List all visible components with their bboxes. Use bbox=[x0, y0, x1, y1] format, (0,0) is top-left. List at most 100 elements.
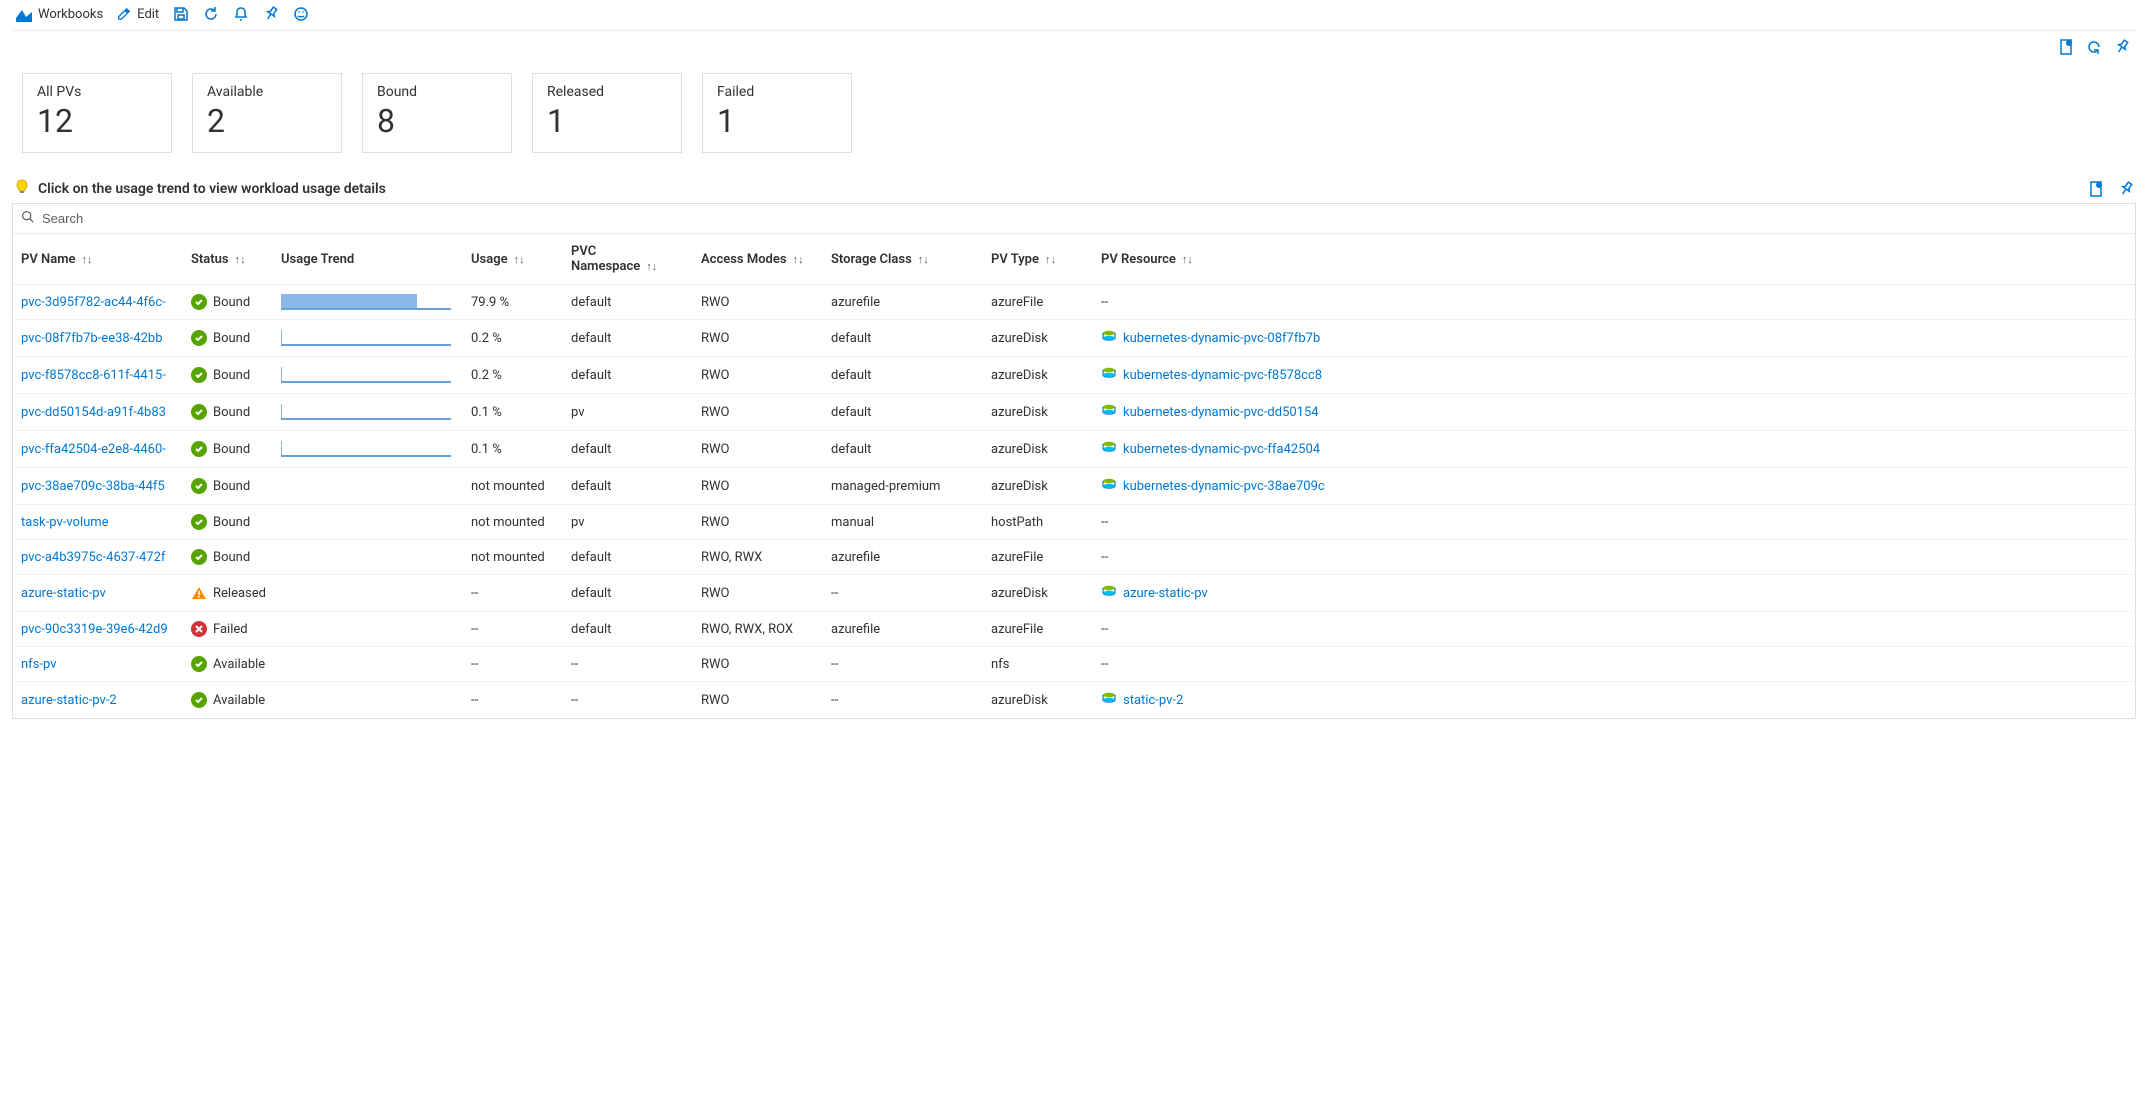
notification-icon[interactable] bbox=[233, 6, 249, 22]
status-text: Bound bbox=[213, 515, 250, 530]
status-warn-icon bbox=[191, 585, 207, 601]
col-ns[interactable]: PVC Namespace↑↓ bbox=[563, 234, 693, 285]
resource-link[interactable]: kubernetes-dynamic-pvc-dd50154 bbox=[1123, 405, 1319, 420]
feedback-icon[interactable] bbox=[293, 6, 309, 22]
usage-trend-bar[interactable] bbox=[281, 330, 451, 346]
summary-tiles: All PVs 12Available 2Bound 8Released 1Fa… bbox=[22, 73, 2126, 153]
pv-name-link[interactable]: pvc-f8578cc8-611f-4415- bbox=[21, 368, 166, 383]
status-text: Released bbox=[213, 586, 266, 601]
col-am[interactable]: Access Modes↑↓ bbox=[693, 234, 823, 285]
access-modes-text: RWO, RWX, ROX bbox=[701, 622, 793, 637]
status-cell: Bound bbox=[191, 330, 265, 346]
sort-icon: ↑↓ bbox=[646, 260, 657, 273]
save-icon[interactable] bbox=[173, 6, 189, 22]
storage-class-text: default bbox=[831, 405, 871, 420]
status-text: Bound bbox=[213, 442, 250, 457]
sort-icon: ↑↓ bbox=[81, 253, 92, 266]
storage-class-text: manual bbox=[831, 515, 874, 530]
pv-type-text: azureDisk bbox=[991, 693, 1048, 708]
resource-text: -- bbox=[1101, 295, 1108, 310]
summary-tile[interactable]: Bound 8 bbox=[362, 73, 512, 153]
status-ok-icon bbox=[191, 441, 207, 457]
comment-icon[interactable] bbox=[2058, 39, 2074, 55]
pv-name-link[interactable]: azure-static-pv bbox=[21, 586, 106, 601]
resource-link[interactable]: kubernetes-dynamic-pvc-38ae709c bbox=[1123, 479, 1325, 494]
usage-trend-bar[interactable] bbox=[281, 441, 451, 457]
storage-class-text: -- bbox=[831, 693, 838, 708]
usage-trend-bar[interactable] bbox=[281, 367, 451, 383]
resource-link[interactable]: kubernetes-dynamic-pvc-f8578cc8 bbox=[1123, 368, 1322, 383]
pv-type-text: azureFile bbox=[991, 622, 1043, 637]
access-modes-text: RWO bbox=[701, 586, 730, 601]
col-status[interactable]: Status↑↓ bbox=[183, 234, 273, 285]
usage-trend-bar[interactable] bbox=[281, 294, 451, 310]
access-modes-text: RWO bbox=[701, 442, 730, 457]
refresh-icon[interactable] bbox=[203, 6, 219, 22]
summary-tile[interactable]: Available 2 bbox=[192, 73, 342, 153]
search-icon bbox=[21, 210, 34, 227]
resource-link[interactable]: kubernetes-dynamic-pvc-08f7fb7b bbox=[1123, 331, 1320, 346]
col-type[interactable]: PV Type↑↓ bbox=[983, 234, 1093, 285]
storage-class-text: default bbox=[831, 368, 871, 383]
status-cell: Bound bbox=[191, 441, 265, 457]
usage-text: -- bbox=[471, 657, 478, 672]
usage-text: 79.9 % bbox=[471, 295, 509, 310]
pv-name-link[interactable]: task-pv-volume bbox=[21, 515, 109, 530]
table-row: pvc-38ae709c-38ba-44f5 Bound not mounted… bbox=[13, 468, 2135, 505]
summary-tile[interactable]: Released 1 bbox=[532, 73, 682, 153]
col-trend[interactable]: Usage Trend bbox=[273, 234, 463, 285]
status-ok-icon bbox=[191, 404, 207, 420]
edit-button[interactable]: Edit bbox=[117, 7, 159, 22]
table-row: pvc-f8578cc8-611f-4415- Bound 0.2 % defa… bbox=[13, 357, 2135, 394]
resource-link[interactable]: kubernetes-dynamic-pvc-ffa42504 bbox=[1123, 442, 1320, 457]
resource-link[interactable]: azure-static-pv bbox=[1123, 586, 1208, 601]
pv-name-link[interactable]: nfs-pv bbox=[21, 657, 57, 672]
col-usage[interactable]: Usage↑↓ bbox=[463, 234, 563, 285]
namespace-text: default bbox=[571, 295, 611, 310]
table-row: pvc-90c3319e-39e6-42d9 Failed -- default… bbox=[13, 612, 2135, 647]
comment-icon[interactable] bbox=[2088, 181, 2104, 197]
pv-name-link[interactable]: pvc-08f7fb7b-ee38-42bb bbox=[21, 331, 163, 346]
pv-name-link[interactable]: pvc-dd50154d-a91f-4b83 bbox=[21, 405, 166, 420]
access-modes-text: RWO bbox=[701, 295, 730, 310]
tile-label: Available bbox=[207, 84, 327, 100]
pv-name-link[interactable]: pvc-ffa42504-e2e8-4460- bbox=[21, 442, 166, 457]
pv-name-link[interactable]: azure-static-pv-2 bbox=[21, 693, 117, 708]
col-name[interactable]: PV Name↑↓ bbox=[13, 234, 183, 285]
resource-link[interactable]: static-pv-2 bbox=[1123, 693, 1183, 708]
status-text: Failed bbox=[213, 622, 248, 637]
summary-tile[interactable]: All PVs 12 bbox=[22, 73, 172, 153]
usage-text: 0.2 % bbox=[471, 368, 502, 383]
pin-icon[interactable] bbox=[263, 6, 279, 22]
col-sc[interactable]: Storage Class↑↓ bbox=[823, 234, 983, 285]
disk-icon bbox=[1101, 584, 1117, 602]
status-fail-icon bbox=[191, 621, 207, 637]
pin-icon[interactable] bbox=[2118, 181, 2134, 197]
access-modes-text: RWO bbox=[701, 657, 730, 672]
status-ok-icon bbox=[191, 367, 207, 383]
edit-label: Edit bbox=[137, 7, 159, 22]
toolbar: Workbooks Edit bbox=[12, 0, 2136, 31]
undo-icon[interactable] bbox=[2086, 39, 2102, 55]
usage-trend-bar[interactable] bbox=[281, 404, 451, 420]
status-ok-icon bbox=[191, 692, 207, 708]
summary-tile[interactable]: Failed 1 bbox=[702, 73, 852, 153]
table-row: pvc-08f7fb7b-ee38-42bb Bound 0.2 % defau… bbox=[13, 320, 2135, 357]
namespace-text: default bbox=[571, 550, 611, 565]
pin-icon[interactable] bbox=[2114, 39, 2130, 55]
tile-value: 8 bbox=[377, 102, 497, 140]
table-row: azure-static-pv Released -- default RWO … bbox=[13, 575, 2135, 612]
pv-name-link[interactable]: pvc-a4b3975c-4637-472f bbox=[21, 550, 165, 565]
storage-class-text: -- bbox=[831, 657, 838, 672]
search-input[interactable] bbox=[40, 208, 2127, 229]
status-ok-icon bbox=[191, 514, 207, 530]
workbooks-button[interactable]: Workbooks bbox=[16, 6, 103, 22]
pv-name-link[interactable]: pvc-38ae709c-38ba-44f5 bbox=[21, 479, 165, 494]
pv-type-text: azureDisk bbox=[991, 479, 1048, 494]
status-text: Available bbox=[213, 693, 265, 708]
col-res[interactable]: PV Resource↑↓ bbox=[1093, 234, 2135, 285]
pv-name-link[interactable]: pvc-90c3319e-39e6-42d9 bbox=[21, 622, 168, 637]
status-cell: Bound bbox=[191, 367, 265, 383]
pv-type-text: azureDisk bbox=[991, 405, 1048, 420]
pv-name-link[interactable]: pvc-3d95f782-ac44-4f6c- bbox=[21, 295, 166, 310]
